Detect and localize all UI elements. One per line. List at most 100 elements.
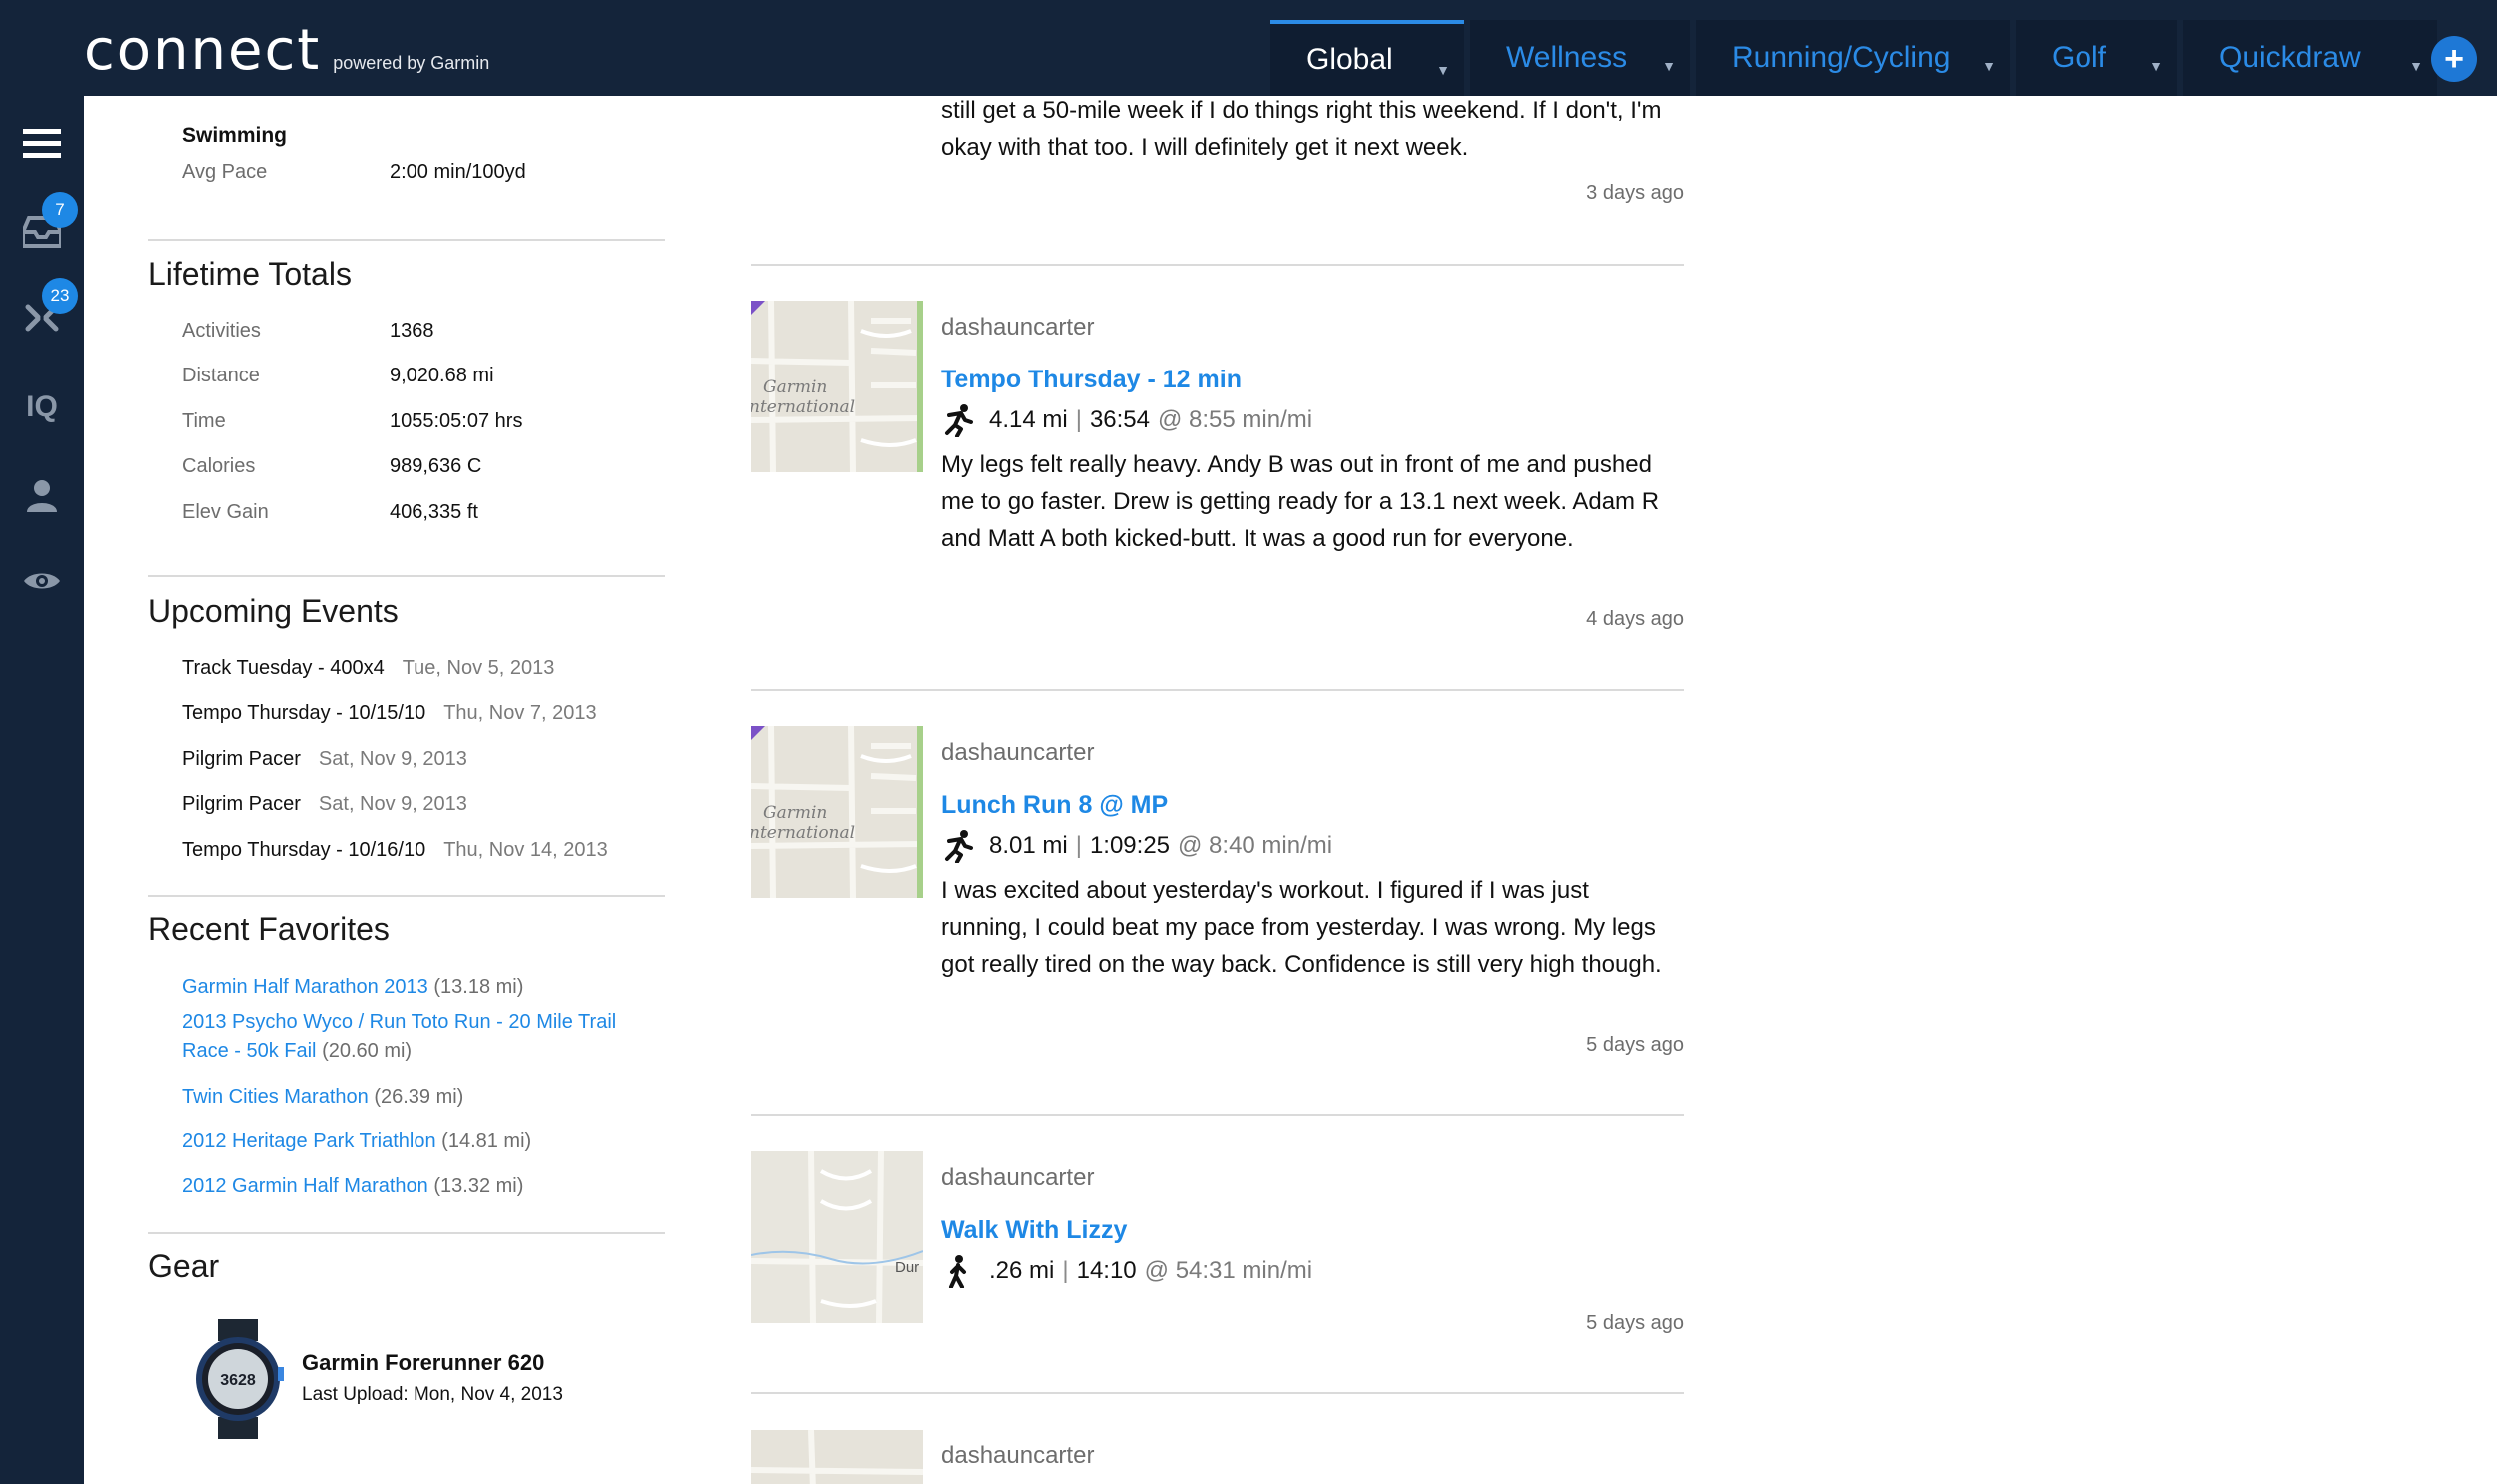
swimming-heading: Swimming bbox=[182, 124, 288, 147]
map-label: nternational bbox=[751, 823, 855, 843]
divider bbox=[751, 689, 1684, 691]
timestamp: 3 days ago bbox=[1586, 182, 1684, 204]
favorite-item: 2013 Psycho Wyco / Run Toto Run - 20 Mil… bbox=[182, 1008, 661, 1066]
event-row[interactable]: Pilgrim Pacer Sat, Nov 9, 2013 bbox=[182, 748, 467, 771]
event-name: Pilgrim Pacer bbox=[182, 793, 301, 815]
timestamp: 5 days ago bbox=[1586, 1312, 1684, 1334]
watch-image[interactable]: 3628 bbox=[188, 1319, 288, 1439]
feed-username[interactable]: dashauncarter bbox=[941, 314, 1094, 342]
left-icon-rail: 7 23 IQ bbox=[0, 96, 84, 1484]
totals-label-calories: Calories bbox=[182, 455, 256, 477]
event-date: Sat, Nov 9, 2013 bbox=[318, 793, 467, 815]
favorite-item: 2012 Heritage Park Triathlon (14.81 mi) bbox=[182, 1127, 661, 1156]
chevron-down-icon[interactable]: ▼ bbox=[1982, 58, 1996, 74]
timestamp: 5 days ago bbox=[1586, 1034, 1684, 1056]
event-row[interactable]: Tempo Thursday - 10/15/10 Thu, Nov 7, 201… bbox=[182, 702, 597, 725]
tab-label: Running/Cycling bbox=[1732, 41, 1951, 74]
divider bbox=[751, 1392, 1684, 1394]
favorite-link[interactable]: Twin Cities Marathon bbox=[182, 1086, 369, 1108]
dashboard-tabs: Global ▼ Wellness ▼ Running/Cycling ▼ Go… bbox=[1270, 20, 2443, 96]
eye-icon[interactable] bbox=[20, 559, 64, 603]
favorite-item: Twin Cities Marathon (26.39 mi) bbox=[182, 1083, 661, 1112]
totals-label-activities: Activities bbox=[182, 320, 261, 342]
logo-tagline: powered by Garmin bbox=[333, 53, 490, 73]
tab-running-cycling[interactable]: Running/Cycling ▼ bbox=[1696, 20, 2010, 96]
favorite-link[interactable]: 2012 Heritage Park Triathlon bbox=[182, 1130, 436, 1152]
tab-golf[interactable]: Golf ▼ bbox=[2016, 20, 2177, 96]
favorite-distance: (14.81 mi) bbox=[441, 1130, 532, 1152]
activity-pace: @ 8:40 min/mi bbox=[1178, 832, 1333, 859]
totals-value-elev-gain: 406,335 ft bbox=[390, 501, 478, 523]
totals-label-time: Time bbox=[182, 410, 226, 432]
activity-map-thumbnail[interactable]: Dur bbox=[751, 1151, 923, 1323]
garmin-connect-logo[interactable]: connect powered by Garmin bbox=[84, 18, 490, 83]
totals-value-calories: 989,636 C bbox=[390, 455, 482, 477]
map-label: Dur bbox=[895, 1259, 919, 1276]
event-name: Tempo Thursday - 10/16/10 bbox=[182, 839, 426, 861]
event-row[interactable]: Tempo Thursday - 10/16/10 Thu, Nov 14, 20… bbox=[182, 839, 608, 862]
activity-map-thumbnail[interactable]: Garmin nternational bbox=[751, 726, 923, 898]
tab-label: Wellness bbox=[1506, 41, 1628, 74]
iq-icon[interactable]: IQ bbox=[20, 385, 64, 429]
feed-username[interactable]: dashauncarter bbox=[941, 739, 1094, 767]
divider bbox=[751, 1114, 1684, 1116]
favorite-item: Garmin Half Marathon 2013 (13.18 mi) bbox=[182, 973, 661, 1002]
divider bbox=[148, 1232, 665, 1234]
tab-wellness[interactable]: Wellness ▼ bbox=[1470, 20, 1690, 96]
activity-map-thumbnail[interactable]: Garmin nternational bbox=[751, 301, 923, 472]
event-date: Sat, Nov 9, 2013 bbox=[318, 748, 467, 770]
chevron-down-icon[interactable]: ▼ bbox=[2149, 58, 2163, 74]
tab-label: Golf bbox=[2052, 41, 2107, 74]
activity-distance: 8.01 mi bbox=[989, 832, 1068, 859]
activity-title-link[interactable]: Tempo Thursday - 12 min bbox=[941, 366, 1242, 394]
add-tab-button[interactable]: + bbox=[2431, 36, 2477, 82]
avg-pace-value: 2:00 min/100yd bbox=[390, 161, 526, 183]
feed-username[interactable]: dashauncarter bbox=[941, 1164, 1094, 1192]
avg-pace-label: Avg Pace bbox=[182, 161, 268, 183]
activity-title-link[interactable]: Lunch Run 8 @ MP bbox=[941, 791, 1168, 820]
divider bbox=[148, 895, 665, 897]
inbox-badge: 7 bbox=[42, 192, 78, 228]
chevron-down-icon[interactable]: ▼ bbox=[1436, 62, 1450, 78]
activity-map-thumbnail[interactable] bbox=[751, 1430, 923, 1484]
totals-label-elev-gain: Elev Gain bbox=[182, 501, 269, 523]
gear-last-upload: Last Upload: Mon, Nov 4, 2013 bbox=[302, 1384, 563, 1405]
favorite-distance: (13.18 mi) bbox=[433, 976, 524, 998]
activity-distance: 4.14 mi bbox=[989, 406, 1068, 433]
running-icon bbox=[945, 830, 973, 863]
event-row[interactable]: Pilgrim Pacer Sat, Nov 9, 2013 bbox=[182, 793, 467, 816]
favorite-distance: (13.32 mi) bbox=[433, 1175, 524, 1197]
recent-favorites-heading: Recent Favorites bbox=[148, 911, 390, 947]
tab-label: Quickdraw bbox=[2219, 41, 2361, 74]
activity-duration: 36:54 bbox=[1089, 406, 1150, 433]
gear-name[interactable]: Garmin Forerunner 620 bbox=[302, 1350, 544, 1376]
favorite-item: 2012 Garmin Half Marathon (13.32 mi) bbox=[182, 1172, 661, 1201]
activity-pace: @ 8:55 min/mi bbox=[1158, 406, 1313, 433]
divider bbox=[751, 264, 1684, 266]
favorite-link[interactable]: 2012 Garmin Half Marathon bbox=[182, 1175, 428, 1197]
activity-title-link[interactable]: Walk With Lizzy bbox=[941, 1216, 1127, 1245]
feed-username[interactable]: dashauncarter bbox=[941, 1442, 1094, 1470]
chevron-down-icon[interactable]: ▼ bbox=[2409, 58, 2423, 74]
favorite-link[interactable]: Garmin Half Marathon 2013 bbox=[182, 976, 428, 998]
map-label: nternational bbox=[751, 397, 855, 417]
profile-icon[interactable] bbox=[20, 473, 64, 517]
event-name: Track Tuesday - 400x4 bbox=[182, 657, 385, 679]
logo-wordmark: connect bbox=[84, 18, 322, 83]
totals-value-distance: 9,020.68 mi bbox=[390, 365, 494, 386]
chevron-down-icon[interactable]: ▼ bbox=[1662, 58, 1676, 74]
totals-label-distance: Distance bbox=[182, 365, 260, 386]
event-date: Tue, Nov 5, 2013 bbox=[402, 657, 555, 679]
event-row[interactable]: Track Tuesday - 400x4 Tue, Nov 5, 2013 bbox=[182, 657, 554, 680]
tab-quickdraw[interactable]: Quickdraw ▼ bbox=[2183, 20, 2437, 96]
map-label: Garmin bbox=[763, 377, 827, 397]
timestamp: 4 days ago bbox=[1586, 608, 1684, 630]
favorite-distance: (20.60 mi) bbox=[322, 1040, 413, 1062]
walking-icon bbox=[949, 1255, 966, 1288]
feed-item-text: still get a 50-mile week if I do things … bbox=[941, 97, 1662, 161]
tab-global[interactable]: Global ▼ bbox=[1270, 20, 1464, 96]
totals-value-activities: 1368 bbox=[390, 320, 434, 342]
menu-icon[interactable] bbox=[20, 122, 64, 166]
stat-separator: | bbox=[1075, 832, 1082, 859]
connections-badge: 23 bbox=[42, 278, 78, 314]
